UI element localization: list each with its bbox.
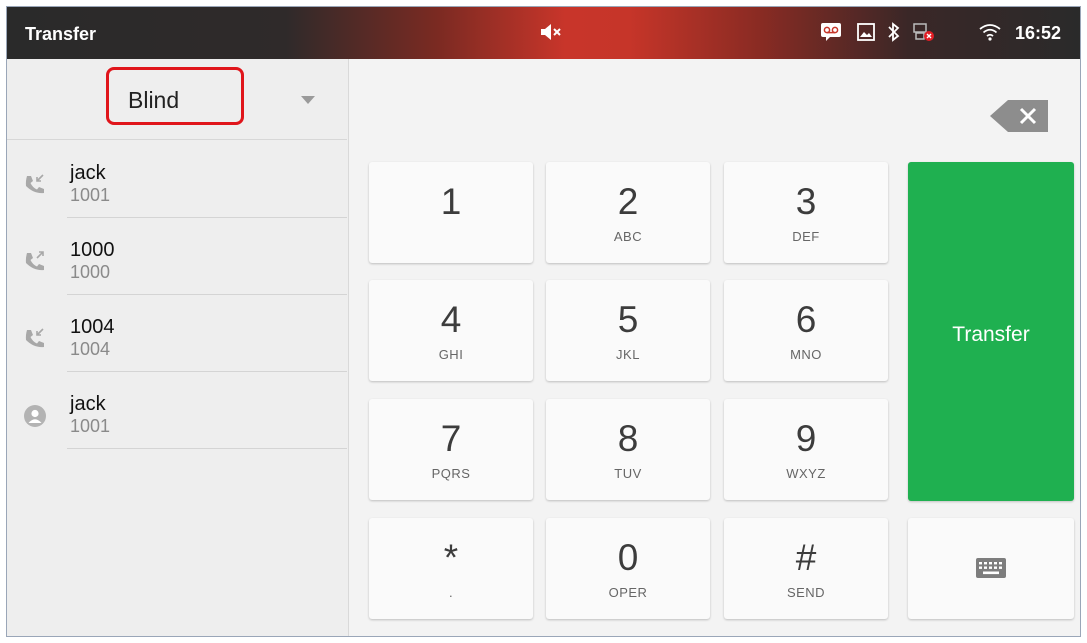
key-letters: OPER bbox=[608, 585, 648, 600]
status-bar: Transfer 16:52 bbox=[7, 7, 1080, 59]
app-window: Transfer 16:52 Blind jack 1001 1000 1000… bbox=[6, 6, 1081, 637]
key-digit: 7 bbox=[440, 418, 462, 459]
backspace-icon[interactable] bbox=[988, 96, 1050, 141]
incoming-call-icon bbox=[23, 327, 47, 354]
voicemail-icon bbox=[820, 22, 842, 47]
clock: 16:52 bbox=[1015, 23, 1062, 43]
screen-title: Transfer bbox=[25, 24, 97, 44]
contact-number: 1004 bbox=[70, 339, 111, 359]
key-letters: TUV bbox=[614, 466, 642, 481]
contact-name: jack bbox=[70, 393, 106, 415]
transfer-button-label: Transfer bbox=[952, 323, 1030, 346]
transfer-button[interactable]: Transfer bbox=[908, 162, 1074, 501]
key-9[interactable]: 9 WXYZ bbox=[724, 399, 888, 500]
contact-name: 1000 bbox=[70, 239, 115, 261]
key-digit: 5 bbox=[617, 299, 639, 340]
key-8[interactable]: 8 TUV bbox=[546, 399, 710, 500]
key-3[interactable]: 3 DEF bbox=[724, 162, 888, 263]
key-7[interactable]: 7 PQRS bbox=[369, 399, 533, 500]
chevron-down-icon[interactable] bbox=[301, 96, 315, 104]
key-6[interactable]: 6 MNO bbox=[724, 280, 888, 381]
key-digit: 9 bbox=[795, 418, 817, 459]
key-letters: MNO bbox=[790, 347, 822, 362]
contact-name: 1004 bbox=[70, 316, 115, 338]
key-letters: . bbox=[448, 585, 454, 600]
wifi-icon bbox=[978, 22, 1002, 47]
contacts-panel: Blind jack 1001 1000 1000 1004 1004 jack… bbox=[7, 59, 349, 636]
incoming-call-icon bbox=[23, 173, 47, 200]
contact-name: jack bbox=[70, 162, 106, 184]
key-4[interactable]: 4 GHI bbox=[369, 280, 533, 381]
keyboard-button[interactable] bbox=[908, 518, 1074, 619]
contact-row[interactable]: jack 1001 bbox=[7, 372, 347, 449]
key-letters: ABC bbox=[613, 229, 643, 244]
contact-number: 1001 bbox=[70, 185, 111, 205]
keyboard-icon bbox=[975, 556, 1007, 585]
divider bbox=[67, 448, 347, 449]
key-digit: 6 bbox=[795, 299, 817, 340]
key-1[interactable]: 1 bbox=[369, 162, 533, 263]
key-digit: * bbox=[443, 537, 459, 578]
key-letters: JKL bbox=[616, 347, 640, 362]
key-digit: 1 bbox=[440, 181, 462, 222]
key-letters: DEF bbox=[792, 229, 820, 244]
transfer-mode-value[interactable]: Blind bbox=[128, 87, 179, 114]
bluetooth-icon bbox=[887, 22, 901, 47]
key-letters: PQRS bbox=[431, 466, 471, 481]
key-digit: 8 bbox=[617, 418, 639, 459]
key-5[interactable]: 5 JKL bbox=[546, 280, 710, 381]
key-letters: SEND bbox=[786, 585, 826, 600]
key-digit: # bbox=[795, 537, 817, 578]
key-star[interactable]: * . bbox=[369, 518, 533, 619]
key-hash[interactable]: # SEND bbox=[724, 518, 888, 619]
key-digit: 3 bbox=[795, 181, 817, 222]
key-digit: 4 bbox=[440, 299, 462, 340]
key-letters: GHI bbox=[438, 347, 464, 362]
image-icon bbox=[856, 22, 876, 47]
contact-row[interactable]: 1000 1000 bbox=[7, 218, 347, 295]
outgoing-call-icon bbox=[23, 250, 47, 277]
transfer-mode-selector[interactable]: Blind bbox=[7, 59, 347, 140]
contact-number: 1001 bbox=[70, 416, 111, 436]
contact-number: 1000 bbox=[70, 262, 111, 282]
contact-row[interactable]: 1004 1004 bbox=[7, 295, 347, 372]
key-digit: 0 bbox=[617, 537, 639, 578]
mute-icon bbox=[540, 22, 564, 47]
key-letters: WXYZ bbox=[786, 466, 826, 481]
contact-row[interactable]: jack 1001 bbox=[7, 141, 347, 218]
key-digit: 2 bbox=[617, 181, 639, 222]
key-2[interactable]: 2 ABC bbox=[546, 162, 710, 263]
contact-avatar-icon bbox=[23, 404, 47, 433]
key-0[interactable]: 0 OPER bbox=[546, 518, 710, 619]
network-icon bbox=[912, 22, 936, 47]
